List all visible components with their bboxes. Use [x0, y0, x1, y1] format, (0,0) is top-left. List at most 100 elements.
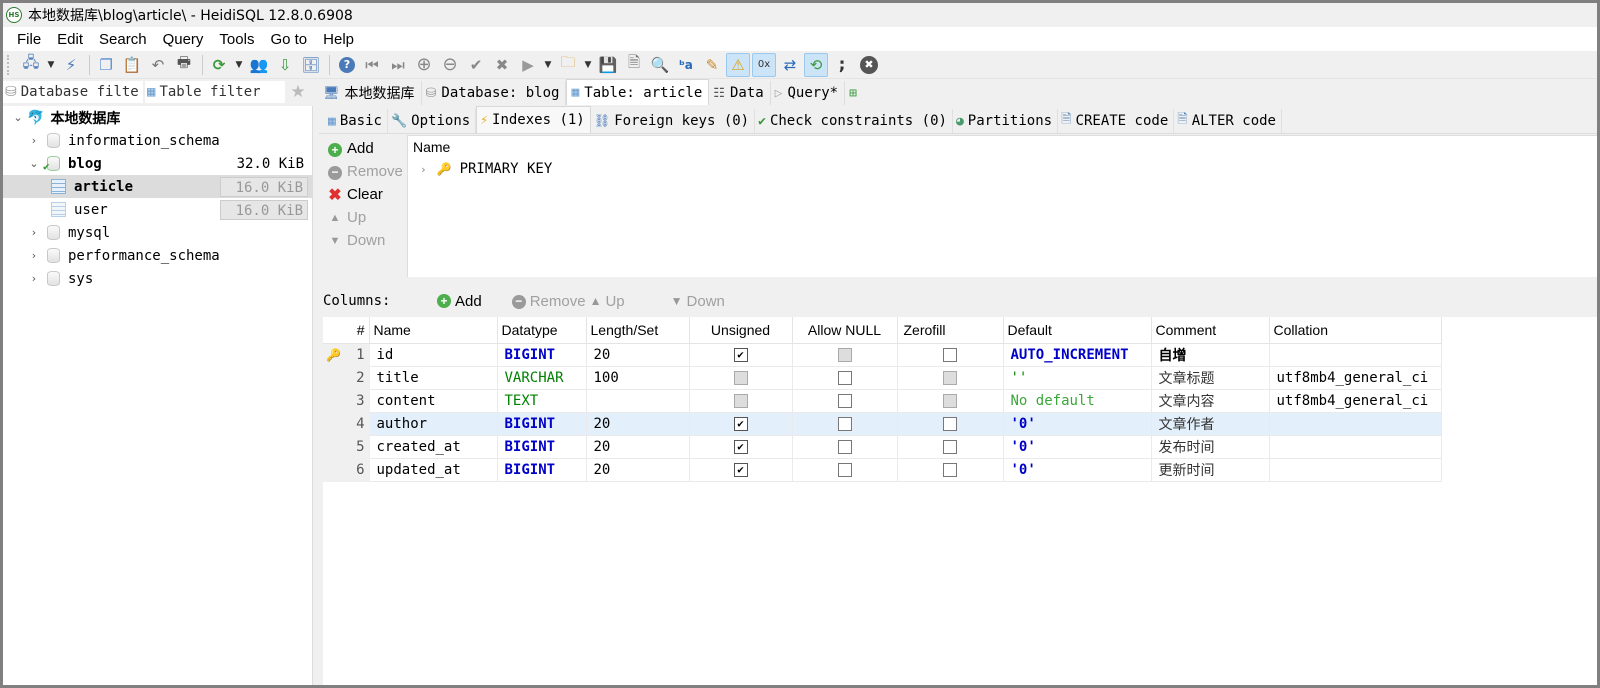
- find-icon[interactable]: 🔍: [648, 53, 672, 77]
- zerofill-cell[interactable]: [897, 412, 1004, 436]
- unsigned-cell[interactable]: [689, 389, 793, 413]
- column-length[interactable]: 20: [586, 412, 690, 436]
- last-record-icon[interactable]: ⏭: [386, 53, 410, 77]
- database-filter-input[interactable]: ⛁ Database filte: [3, 81, 143, 103]
- unsigned-cell[interactable]: ✔: [689, 458, 793, 482]
- index-tree-header[interactable]: Name: [408, 136, 1597, 158]
- column-row[interactable]: 4 author BIGINT 20 ✔ '0' 文章作者: [323, 412, 1442, 436]
- allow-null-cell[interactable]: [792, 389, 898, 413]
- column-default[interactable]: '0': [1003, 458, 1152, 482]
- unsigned-checkbox[interactable]: [733, 370, 748, 385]
- column-row[interactable]: 5 created_at BIGINT 20 ✔ '0' 发布时间: [323, 435, 1442, 459]
- unsigned-cell[interactable]: ✔: [689, 343, 793, 367]
- zerofill-cell[interactable]: [897, 458, 1004, 482]
- unsigned-cell[interactable]: ✔: [689, 435, 793, 459]
- column-collation[interactable]: [1269, 343, 1442, 367]
- table-filter-input[interactable]: ▦ Table filter: [145, 81, 285, 103]
- tree-node-user[interactable]: user 16.0 KiB: [3, 198, 312, 221]
- column-up-button[interactable]: ▲ Up: [590, 293, 625, 310]
- header-length-set[interactable]: Length/Set: [586, 317, 690, 344]
- import-icon[interactable]: ⇩: [273, 53, 297, 77]
- allow-null-cell[interactable]: [792, 458, 898, 482]
- connect-icon[interactable]: 🖧: [19, 53, 43, 77]
- undo-icon[interactable]: ↶: [146, 53, 170, 77]
- column-row[interactable]: 3 content TEXT No default 文章内容 utf8mb4_genera…: [323, 389, 1442, 413]
- tree-node-blog[interactable]: ⌄ ✔ blog 32.0 KiB: [3, 152, 312, 175]
- load-sql-dropdown-icon[interactable]: ▼: [582, 60, 594, 70]
- tree-node-article[interactable]: article 16.0 KiB: [3, 175, 312, 198]
- tab-server[interactable]: 🖥 本地数据库: [319, 81, 422, 105]
- tab-basic[interactable]: ▦ Basic: [325, 109, 388, 133]
- column-name[interactable]: title: [369, 366, 498, 390]
- zerofill-cell[interactable]: [897, 366, 1004, 390]
- allow-null-cell[interactable]: [792, 435, 898, 459]
- tab-options[interactable]: 🔧 Options: [388, 109, 477, 133]
- column-default[interactable]: '0': [1003, 412, 1152, 436]
- index-up-button[interactable]: ▲ Up: [327, 206, 409, 229]
- unsigned-checkbox[interactable]: ✔: [733, 416, 748, 431]
- save-as-icon[interactable]: 🗎: [622, 53, 646, 77]
- column-datatype[interactable]: BIGINT: [497, 435, 587, 459]
- insert-row-icon[interactable]: ⊕: [412, 53, 436, 77]
- delete-row-icon[interactable]: ⊖: [438, 53, 462, 77]
- cancel-edit-icon[interactable]: ✖: [490, 53, 514, 77]
- column-collation[interactable]: [1269, 435, 1442, 459]
- menu-tools[interactable]: Tools: [211, 31, 262, 48]
- column-length[interactable]: 20: [586, 343, 690, 367]
- refresh-icon[interactable]: ⟳: [207, 53, 231, 77]
- column-collation[interactable]: [1269, 412, 1442, 436]
- column-comment[interactable]: 文章标题: [1151, 366, 1270, 390]
- column-collation[interactable]: [1269, 458, 1442, 482]
- allow-null-cell[interactable]: [792, 366, 898, 390]
- header-datatype[interactable]: Datatype: [497, 317, 587, 344]
- disconnect-icon[interactable]: ⚡: [59, 53, 83, 77]
- run-dropdown-icon[interactable]: ▼: [542, 60, 554, 70]
- column-length[interactable]: [586, 389, 690, 413]
- close-tab-icon[interactable]: ✖: [860, 55, 878, 74]
- menu-query[interactable]: Query: [155, 31, 212, 48]
- expand-icon[interactable]: ›: [420, 163, 427, 176]
- column-default[interactable]: '0': [1003, 435, 1152, 459]
- column-row[interactable]: 6 updated_at BIGINT 20 ✔ '0' 更新时间: [323, 458, 1442, 482]
- zerofill-checkbox[interactable]: [943, 393, 957, 408]
- menu-edit[interactable]: Edit: [49, 31, 91, 48]
- column-name[interactable]: id: [369, 343, 498, 367]
- column-datatype[interactable]: VARCHAR: [497, 366, 587, 390]
- column-length[interactable]: 20: [586, 435, 690, 459]
- allow-null-checkbox[interactable]: [837, 416, 852, 431]
- column-default[interactable]: AUTO_INCREMENT: [1003, 343, 1152, 367]
- expand-icon[interactable]: ›: [27, 226, 41, 239]
- zerofill-checkbox[interactable]: [943, 370, 957, 385]
- export-icon[interactable]: 🗄: [299, 53, 323, 77]
- collapse-icon[interactable]: ⌄: [11, 111, 25, 124]
- expand-icon[interactable]: ›: [27, 272, 41, 285]
- user-manager-icon[interactable]: 👥: [247, 53, 271, 77]
- tree-node-sys[interactable]: › sys: [3, 267, 312, 290]
- tree-node-mysql[interactable]: › mysql: [3, 221, 312, 244]
- first-record-icon[interactable]: ⏮: [360, 53, 384, 77]
- toolbar-grip[interactable]: [7, 54, 11, 75]
- zerofill-cell[interactable]: [897, 343, 1004, 367]
- zerofill-checkbox[interactable]: [943, 462, 957, 477]
- column-length[interactable]: 100: [586, 366, 690, 390]
- column-datatype[interactable]: BIGINT: [497, 412, 587, 436]
- zerofill-checkbox[interactable]: [943, 347, 957, 362]
- expand-icon[interactable]: ›: [27, 134, 41, 147]
- column-add-button[interactable]: + Add: [437, 293, 482, 310]
- print-icon[interactable]: 🖶: [172, 53, 196, 77]
- column-datatype[interactable]: TEXT: [497, 389, 587, 413]
- zerofill-checkbox[interactable]: [943, 416, 957, 431]
- column-comment[interactable]: 文章内容: [1151, 389, 1270, 413]
- column-collation[interactable]: utf8mb4_general_ci: [1269, 389, 1442, 413]
- index-clear-button[interactable]: ✖ Clear: [327, 183, 409, 206]
- tab-partitions[interactable]: ◕ Partitions: [953, 109, 1059, 133]
- unsigned-cell[interactable]: [689, 366, 793, 390]
- header-allow-null[interactable]: Allow NULL: [792, 317, 898, 344]
- header-collation[interactable]: Collation: [1269, 317, 1442, 344]
- allow-null-checkbox[interactable]: [837, 462, 852, 477]
- column-comment[interactable]: 发布时间: [1151, 435, 1270, 459]
- index-item-primary-key[interactable]: › 🔑 PRIMARY KEY: [408, 158, 1597, 180]
- index-remove-button[interactable]: − Remove: [327, 160, 409, 183]
- column-comment[interactable]: 更新时间: [1151, 458, 1270, 482]
- header-comment[interactable]: Comment: [1151, 317, 1270, 344]
